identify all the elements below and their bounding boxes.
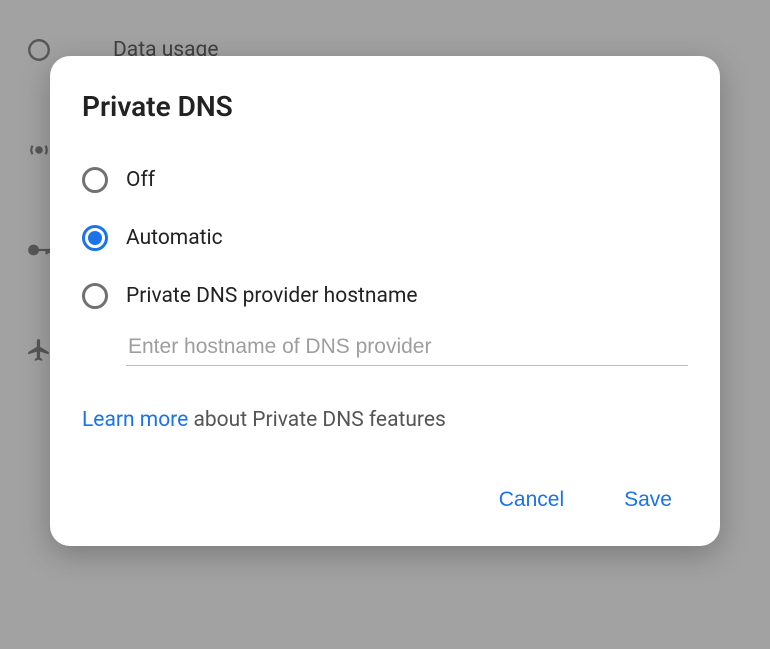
save-button[interactable]: Save <box>616 484 680 516</box>
radio-option-hostname[interactable]: Private DNS provider hostname <box>50 267 720 325</box>
hostname-input-wrap <box>50 325 720 366</box>
dialog-title: Private DNS <box>50 90 720 151</box>
info-text: Learn more about Private DNS features <box>50 366 720 432</box>
radio-label: Off <box>126 168 155 192</box>
radio-label: Private DNS provider hostname <box>126 284 418 308</box>
hostname-input[interactable] <box>126 329 688 366</box>
cancel-button[interactable]: Cancel <box>491 484 572 516</box>
dialog-actions: Cancel Save <box>50 432 720 524</box>
radio-icon <box>82 167 108 193</box>
radio-icon <box>82 283 108 309</box>
radio-option-off[interactable]: Off <box>50 151 720 209</box>
radio-label: Automatic <box>126 226 223 250</box>
private-dns-dialog: Private DNS Off Automatic Private DNS pr… <box>50 56 720 546</box>
info-tail: about Private DNS features <box>188 408 446 432</box>
radio-icon <box>82 225 108 251</box>
radio-option-automatic[interactable]: Automatic <box>50 209 720 267</box>
learn-more-link[interactable]: Learn more <box>82 408 188 432</box>
